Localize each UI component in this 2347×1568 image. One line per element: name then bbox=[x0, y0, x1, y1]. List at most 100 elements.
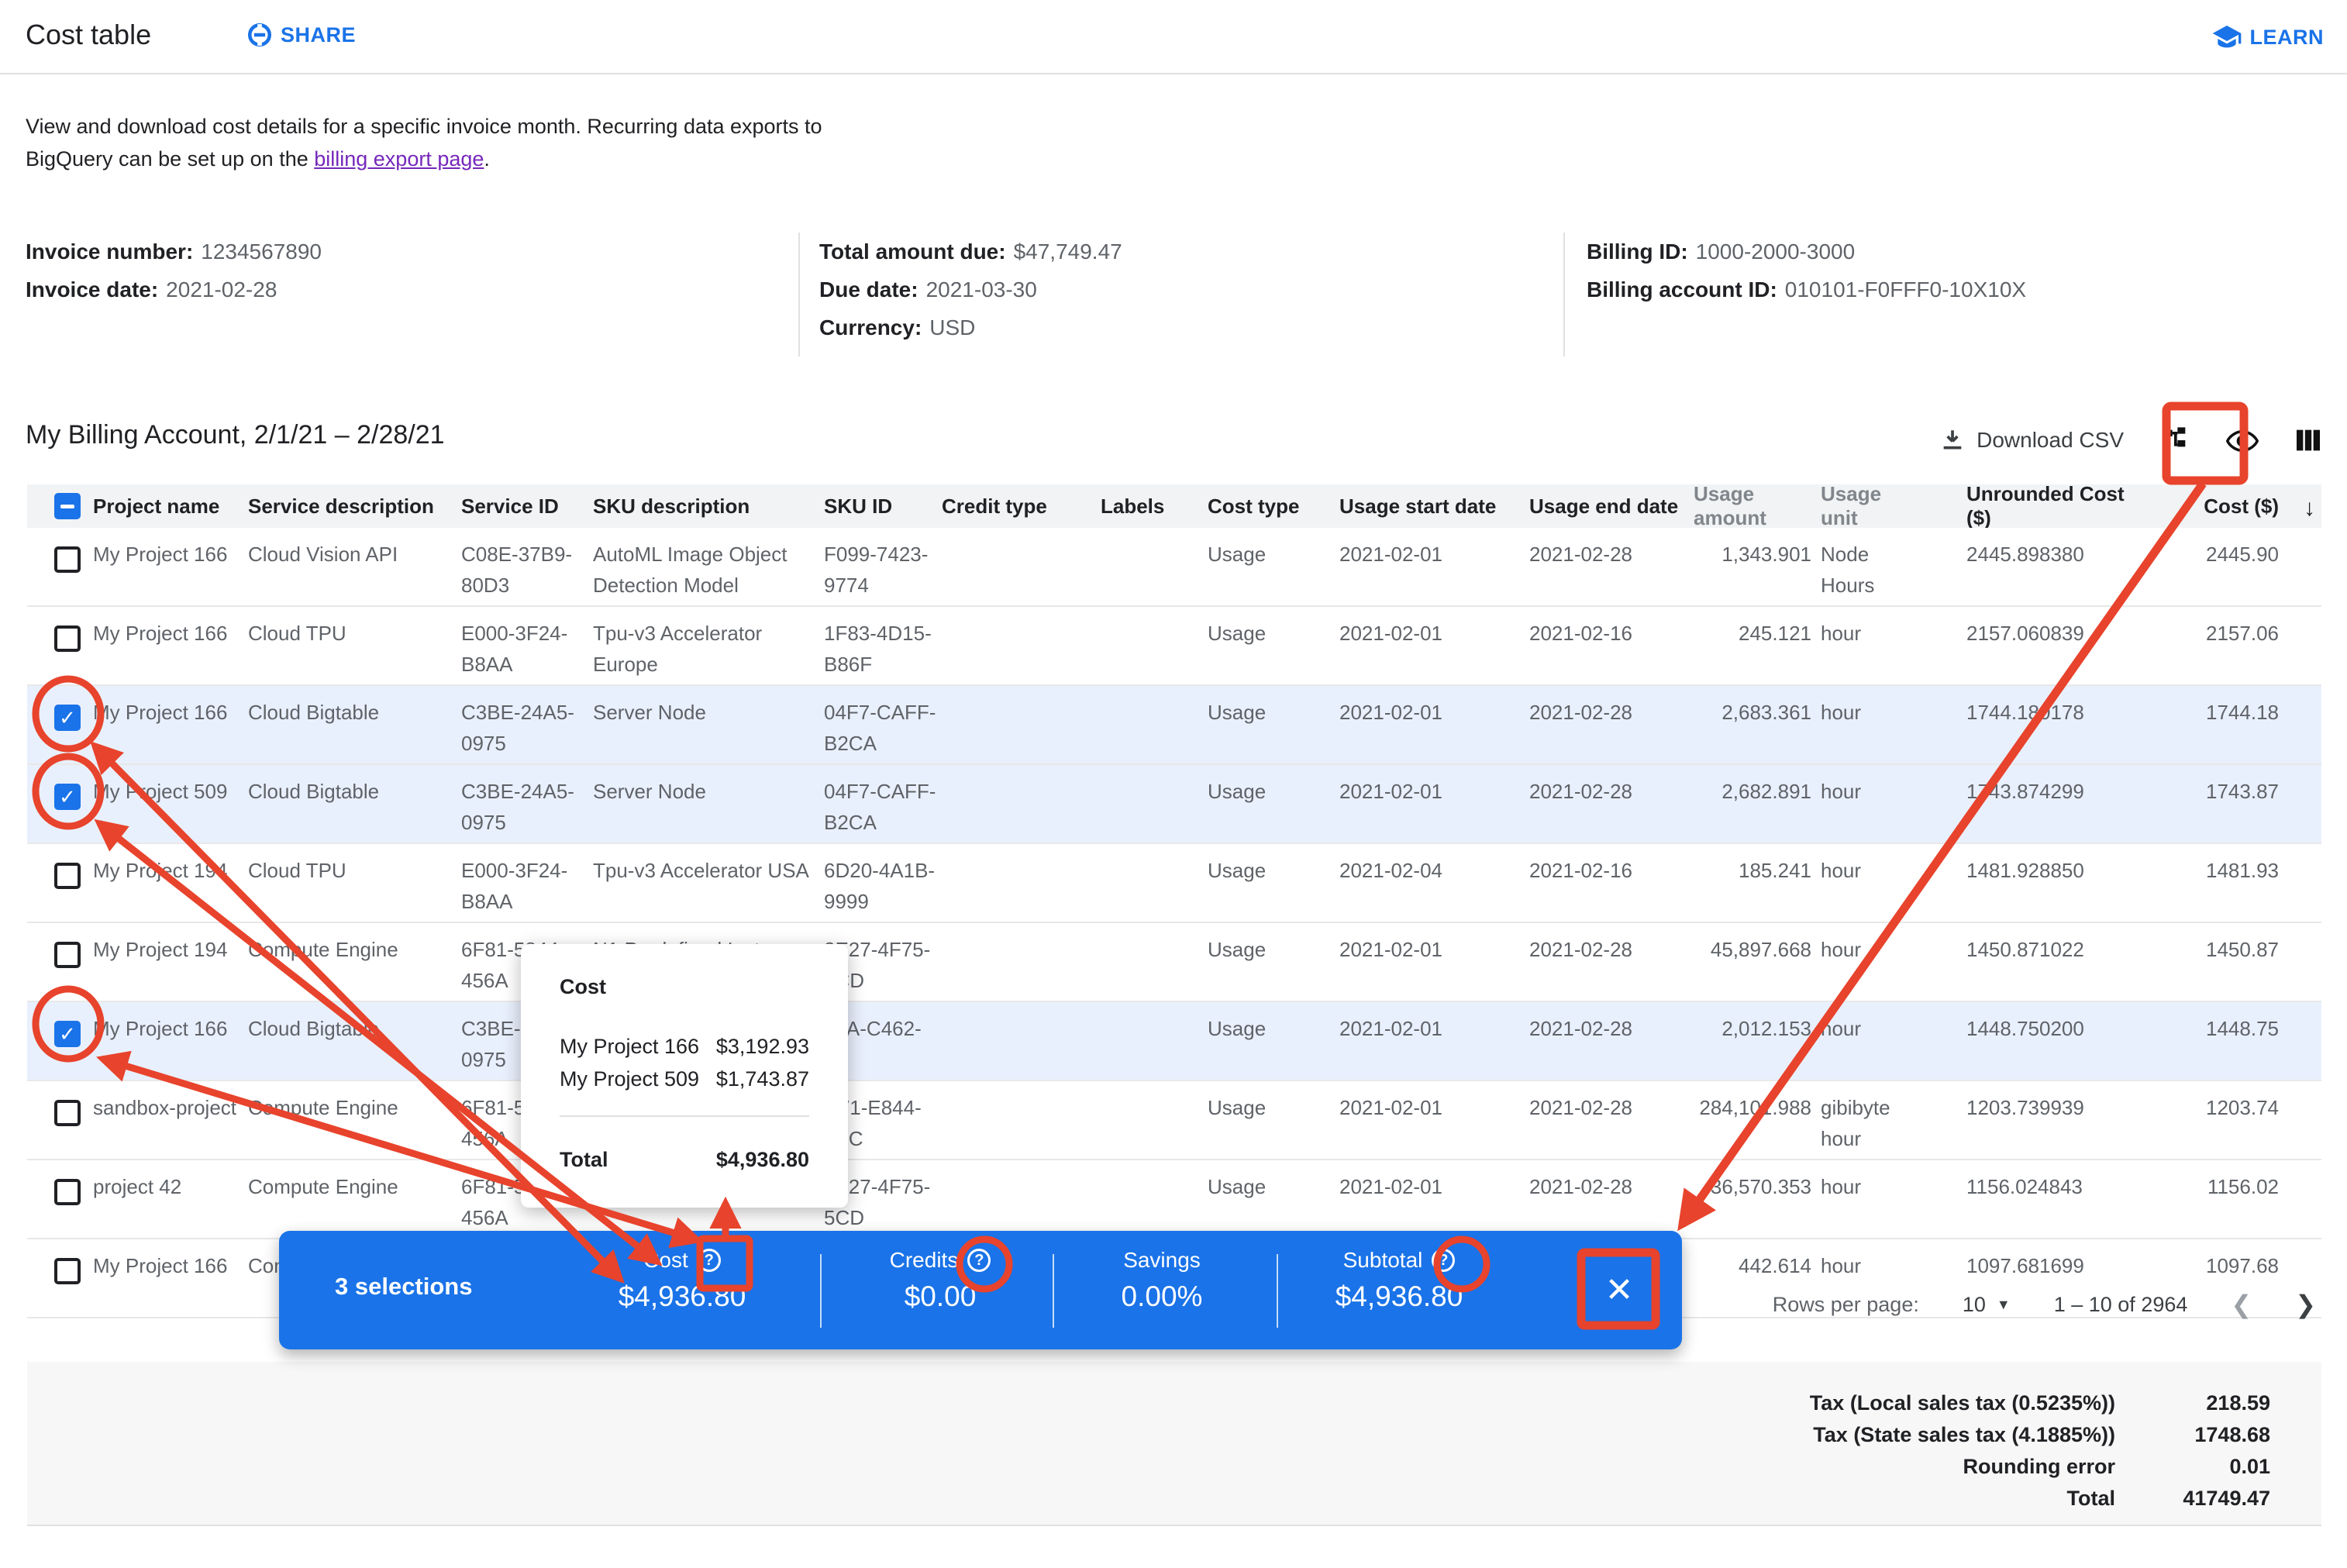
summary-row: Tax (Local sales tax (0.5235%))218.59 bbox=[1495, 1391, 2270, 1415]
divider bbox=[820, 1254, 822, 1328]
row-checkbox[interactable] bbox=[54, 625, 81, 652]
column-header-service_id[interactable]: Service ID bbox=[461, 484, 587, 528]
billing-account-title: My Billing Account, 2/1/21 – 2/28/21 bbox=[26, 420, 445, 450]
invoice-info-col3: Billing ID:1000-2000-3000Billing account… bbox=[1587, 233, 2026, 308]
rows-per-page-select[interactable]: 10 ▼ bbox=[1963, 1293, 2011, 1317]
help-icon[interactable]: ? bbox=[1432, 1249, 1455, 1272]
cell-amount: 36,570.353 bbox=[1694, 1171, 1811, 1202]
summary-row: Rounding error0.01 bbox=[1495, 1455, 2270, 1479]
cell-project: My Project 166 bbox=[93, 618, 248, 649]
billing-export-link[interactable]: billing export page bbox=[314, 147, 484, 171]
invoice-field: Billing ID:1000-2000-3000 bbox=[1587, 233, 2026, 271]
cell-cost_type: Usage bbox=[1208, 934, 1335, 965]
cell-unit: hour bbox=[1821, 1013, 1914, 1044]
cost-table: ↓ Project nameService descriptionService… bbox=[27, 484, 2321, 1318]
cell-end: 2021-02-28 bbox=[1529, 1013, 1708, 1044]
cell-sku_id: 04F7-CAFF-B2CA bbox=[824, 776, 940, 838]
divider bbox=[1053, 1254, 1054, 1328]
cell-service: Cloud TPU bbox=[248, 855, 451, 886]
dropdown-arrow-icon: ▼ bbox=[1997, 1297, 2011, 1313]
cell-amount: 284,101.988 bbox=[1694, 1092, 1811, 1123]
table-row: My Project 194Compute Engine6F81-5844-45… bbox=[27, 923, 2321, 1002]
page-range-label: 1 – 10 of 2964 bbox=[2054, 1293, 2188, 1317]
share-button[interactable]: SHARE bbox=[246, 22, 356, 48]
page-title: Cost table bbox=[26, 19, 151, 51]
cell-amount: 185.241 bbox=[1694, 855, 1811, 886]
help-icon[interactable]: ? bbox=[967, 1249, 991, 1272]
tax-summary-panel: Tax (Local sales tax (0.5235%))218.59 Tax… bbox=[27, 1362, 2321, 1526]
stat-value: $4,936.80 bbox=[574, 1280, 791, 1313]
column-header-amount[interactable]: Usage amount bbox=[1694, 484, 1811, 528]
cell-unit: hour bbox=[1821, 776, 1914, 807]
column-header-unit[interactable]: Usage unit bbox=[1821, 484, 1914, 528]
cell-service: Compute Engine bbox=[248, 1171, 451, 1202]
column-header-end[interactable]: Usage end date bbox=[1529, 484, 1708, 528]
row-checkbox[interactable] bbox=[54, 942, 81, 968]
cell-cost: 1450.87 bbox=[2121, 934, 2279, 965]
column-header-credit_type[interactable]: Credit type bbox=[942, 484, 1093, 528]
cell-start: 2021-02-01 bbox=[1339, 776, 1525, 807]
divider bbox=[1563, 233, 1565, 357]
column-settings-icon[interactable] bbox=[2293, 425, 2324, 456]
selection-stat-subtotal: Subtotal?$4,936.80 bbox=[1291, 1248, 1508, 1313]
close-selection-bar-button[interactable]: ✕ bbox=[1591, 1262, 1648, 1318]
row-checkbox[interactable] bbox=[54, 1100, 81, 1126]
cell-end: 2021-02-28 bbox=[1529, 697, 1708, 728]
row-checkbox[interactable] bbox=[54, 1179, 81, 1205]
previous-page-button[interactable]: ❮ bbox=[2231, 1290, 2252, 1319]
cell-cost_type: Usage bbox=[1208, 618, 1335, 649]
column-header-labels[interactable]: Labels bbox=[1101, 484, 1201, 528]
stat-label: Cost bbox=[643, 1248, 688, 1273]
table-row: ✓My Project 509Cloud BigtableC3BE-24A5-0… bbox=[27, 765, 2321, 844]
invoice-field: Due date:2021-03-30 bbox=[819, 271, 1122, 308]
column-header-cost[interactable]: Cost ($) bbox=[2121, 484, 2279, 528]
column-header-cost_type[interactable]: Cost type bbox=[1208, 484, 1335, 528]
column-header-sku_id[interactable]: SKU ID bbox=[824, 484, 940, 528]
table-header-row: ↓ Project nameService descriptionService… bbox=[27, 484, 2321, 528]
cell-unit: hour bbox=[1821, 855, 1914, 886]
row-checkbox[interactable] bbox=[54, 546, 81, 573]
column-header-project[interactable]: Project name bbox=[93, 484, 248, 528]
invoice-info-col2: Total amount due:$47,749.47Due date:2021… bbox=[819, 233, 1122, 346]
select-all-checkbox[interactable] bbox=[54, 493, 81, 519]
cell-unit: Node Hours bbox=[1821, 539, 1914, 601]
download-csv-button[interactable]: Download CSV bbox=[1939, 427, 2124, 453]
column-header-service[interactable]: Service description bbox=[248, 484, 451, 528]
tooltip-total-value: $4,936.80 bbox=[716, 1143, 809, 1176]
cell-start: 2021-02-01 bbox=[1339, 618, 1525, 649]
table-row: My Project 166Cloud Vision APIC08E-37B9-… bbox=[27, 528, 2321, 607]
cell-service: Compute Engine bbox=[248, 1092, 451, 1123]
row-checkbox[interactable] bbox=[54, 1258, 81, 1284]
summary-row: Tax (State sales tax (4.1885%))1748.68 bbox=[1495, 1423, 2270, 1447]
row-checkbox[interactable]: ✓ bbox=[54, 1021, 81, 1047]
cell-amount: 245.121 bbox=[1694, 618, 1811, 649]
eye-icon[interactable] bbox=[2226, 425, 2257, 456]
cell-service: Cloud Bigtable bbox=[248, 776, 451, 807]
cell-cost_type: Usage bbox=[1208, 539, 1335, 570]
cell-start: 2021-02-01 bbox=[1339, 934, 1525, 965]
selection-stat-cost: Cost? $4,936.80 bbox=[574, 1248, 791, 1313]
sort-descending-icon[interactable]: ↓ bbox=[2304, 495, 2315, 522]
cell-start: 2021-02-01 bbox=[1339, 539, 1525, 570]
row-checkbox[interactable]: ✓ bbox=[54, 705, 81, 731]
invoice-field: Total amount due:$47,749.47 bbox=[819, 233, 1122, 271]
cell-sku: Tpu-v3 Accelerator USA bbox=[593, 855, 822, 886]
row-checkbox[interactable]: ✓ bbox=[54, 784, 81, 810]
cell-service: Cloud TPU bbox=[248, 618, 451, 649]
column-header-sku[interactable]: SKU description bbox=[593, 484, 822, 528]
stat-value: $0.00 bbox=[839, 1280, 1041, 1313]
help-icon[interactable]: ? bbox=[698, 1249, 721, 1272]
cell-cost_type: Usage bbox=[1208, 1171, 1335, 1202]
row-checkbox[interactable] bbox=[54, 863, 81, 889]
account-tree-icon[interactable] bbox=[2159, 425, 2190, 456]
tooltip-title: Cost bbox=[560, 975, 809, 999]
learn-button[interactable]: LEARN bbox=[2211, 22, 2325, 53]
cell-amount: 1,343.901 bbox=[1694, 539, 1811, 570]
top-bar: Cost table SHARE LEARN bbox=[0, 0, 2347, 74]
cell-unit: hour bbox=[1821, 934, 1914, 965]
download-icon bbox=[1939, 427, 1966, 453]
cell-cost: 1448.75 bbox=[2121, 1013, 2279, 1044]
column-header-start[interactable]: Usage start date bbox=[1339, 484, 1525, 528]
next-page-button[interactable]: ❯ bbox=[2295, 1290, 2316, 1319]
cell-project: My Project 509 bbox=[93, 776, 248, 807]
